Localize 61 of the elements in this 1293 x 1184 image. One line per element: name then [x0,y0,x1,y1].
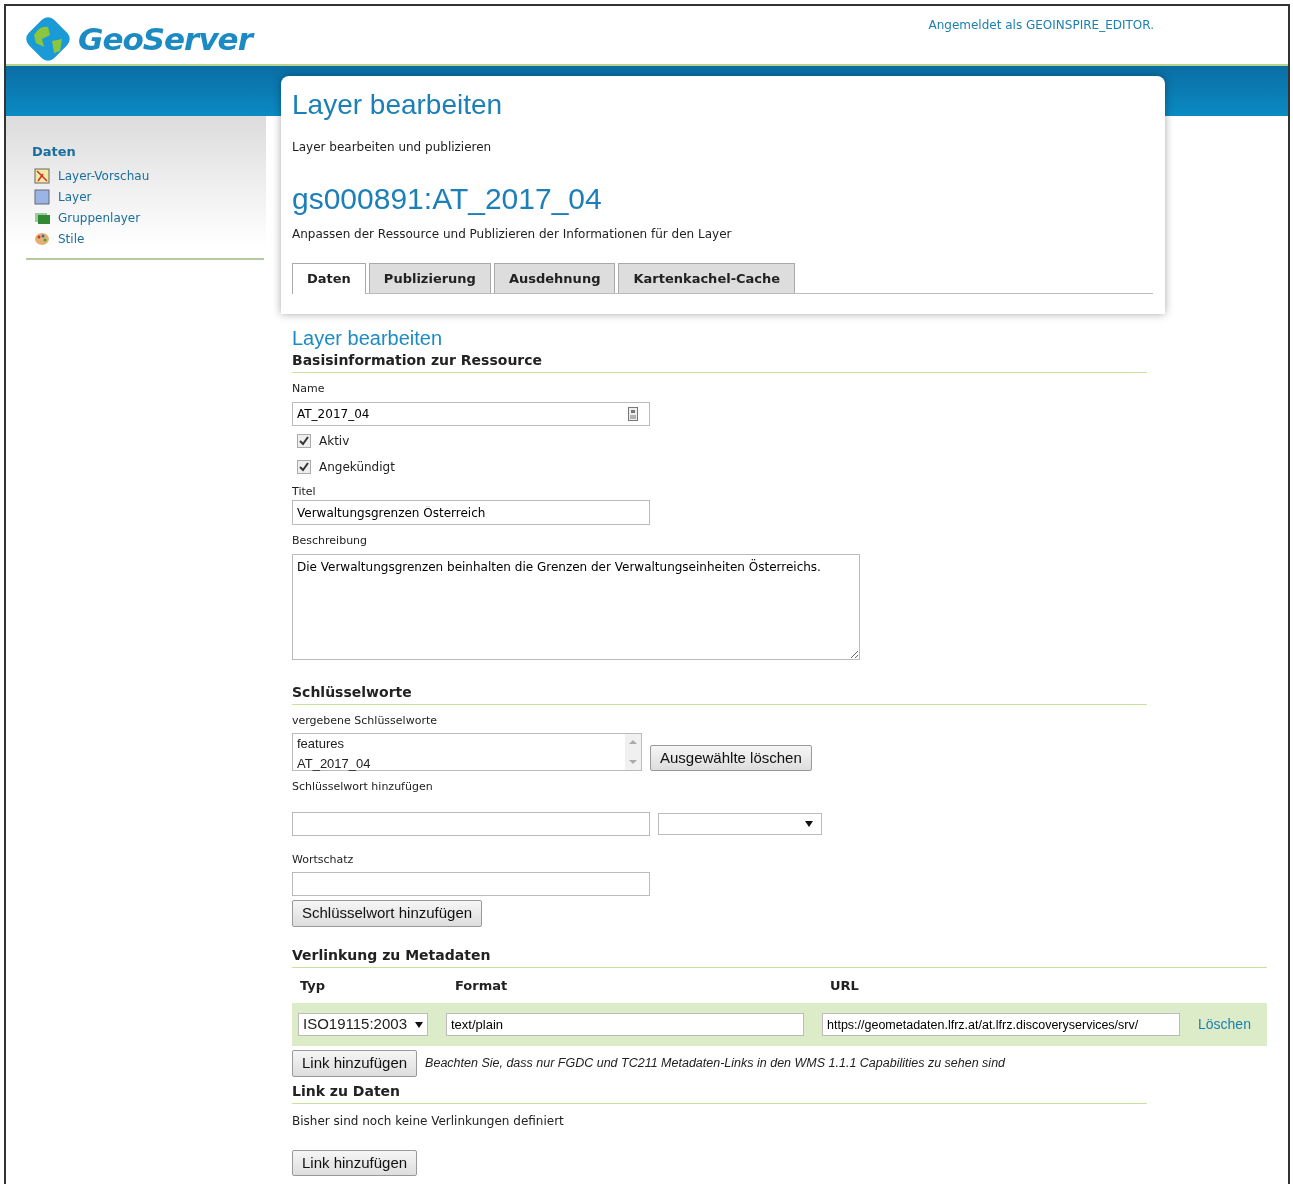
keyword-item[interactable]: features [297,734,625,754]
tab[interactable]: Ausdehnung [493,262,616,294]
column-header: URL [830,976,860,995]
checkbox[interactable] [297,433,311,448]
square-icon [34,189,50,205]
description-field[interactable]: Die Verwaltungsgrenzen beinhalten die Grenzen der Verwaltungseinheiten Österreichs. [292,553,860,660]
column-header: Format [455,976,509,995]
sidebar-link[interactable]: Layer-Vorschau [58,165,150,187]
section-heading: Basisinformation zur Ressource [292,350,1147,374]
section-title: Layer bearbeiten [292,326,444,351]
field-label: Beschreibung [292,533,369,550]
tab[interactable]: Kartenkachel-Cache [618,262,796,294]
field-label: Name [292,381,326,398]
checkbox-label: Aktiv [319,432,350,450]
page-title: Layer bearbeiten [292,88,504,122]
id-card-icon [628,406,638,421]
section-heading: Schlüsselworte [292,681,1147,705]
check-icon [299,435,309,446]
add-keyword-button[interactable]: Schlüsselwort hinzufügen [292,900,483,927]
field-label: Titel [292,483,317,500]
stack-icon [34,210,50,226]
page-description: Anpassen der Ressource und Publizieren der Informationen für den Layer [292,225,733,243]
scrollbar-arrows-icon [625,734,641,771]
keyword-item[interactable]: AT_2017_04 [297,753,625,774]
field-label: vergebene Schlüsselworte [292,712,438,729]
vocabulary-dropdown[interactable] [658,812,822,835]
checkbox[interactable] [297,459,311,474]
field-label: Wortschatz [292,851,355,868]
map-icon [34,168,50,184]
delete-selected-button[interactable]: Ausgewählte löschen [650,744,812,772]
tab[interactable]: Publizierung [368,262,491,294]
sidebar-heading: Daten [32,143,77,161]
section-heading: Link zu Daten [292,1080,1147,1104]
add-link-button[interactable]: Link hinzufügen [292,1050,418,1077]
column-header: Typ [300,976,327,995]
hint-text: Beachten Sie, dass nur FGDC und TC211 Metadaten-Links in den WMS 1.1.1 Capabilities zu sehen sind [425,1054,1006,1072]
caret-icon [805,820,813,827]
section-heading: Verlinkung zu Metadaten [292,945,492,965]
sidebar-link[interactable]: Stile [58,228,85,250]
sidebar-link[interactable]: Layer [58,186,92,208]
checkbox-label: Angekündigt [319,458,395,476]
keyword-field[interactable] [292,811,650,836]
title-field[interactable]: Verwaltungsgrenzen Österreich [292,500,650,526]
name-field[interactable]: AT_2017_04 [292,401,650,426]
tab[interactable]: Daten [292,262,366,295]
empty-message: Bisher sind noch keine Verlinkungen definiert [292,1112,565,1130]
check-icon [299,461,309,472]
login-status: Angemeldet als GEOINSPIRE_EDITOR. [928,17,1154,34]
url-field[interactable]: https://geometadaten.lfrz.at/at.lfrz.discoveryservices/srv/ [822,1013,1180,1037]
layer-name: gs000891:AT_2017_04 [292,180,603,217]
sidebar-link[interactable]: Gruppenlayer [58,207,141,229]
palette-icon [34,231,50,247]
caret-icon [415,1021,423,1028]
type-dropdown[interactable]: ISO19115:2003 [298,1013,428,1037]
add-link-button[interactable]: Link hinzufügen [292,1149,418,1177]
vocabulary-field[interactable] [292,872,650,897]
page-subtitle: Layer bearbeiten und publizieren [292,138,493,156]
format-field[interactable]: text/plain [446,1013,804,1037]
field-label: Schlüsselwort hinzufügen [292,779,434,796]
delete-link[interactable]: Löschen [1198,1014,1251,1036]
keyword-list[interactable]: features AT_2017_04 [292,733,642,772]
